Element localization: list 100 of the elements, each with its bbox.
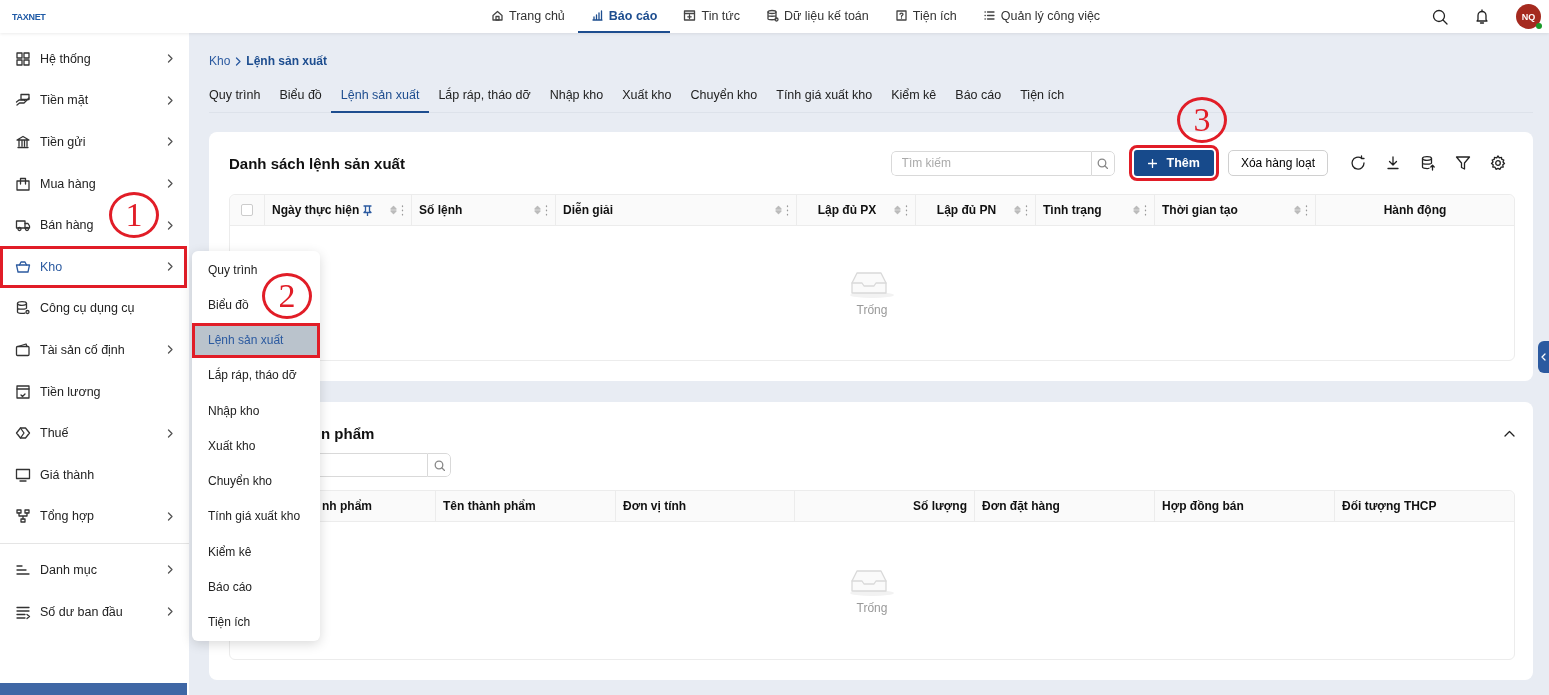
chevron-up-icon (1504, 430, 1515, 437)
list-icon (982, 9, 996, 22)
column-header: Tên thành phẩm (443, 499, 537, 513)
column-header: Tình trạng (1043, 203, 1103, 217)
tab[interactable]: Chuyển kho (681, 79, 767, 113)
column-header: Diễn giải (563, 203, 614, 217)
search-field[interactable]: Tìm kiếm (890, 150, 1091, 176)
chevron-left-icon (1541, 353, 1546, 361)
column-header: nh phẩm (322, 499, 373, 513)
database-icon (765, 9, 779, 22)
truck-icon (15, 217, 31, 234)
nav-tab[interactable]: Tin tức (670, 0, 753, 33)
tab[interactable]: Biểu đồ (269, 79, 332, 113)
column-header: Lập đủ PX (816, 203, 878, 217)
refresh-icon[interactable] (1349, 155, 1366, 171)
breadcrumb-link[interactable]: Kho (209, 54, 231, 68)
dots-icon (905, 204, 908, 216)
select-all-checkbox[interactable] (241, 204, 253, 216)
bar-chart-icon (590, 9, 604, 22)
download-icon[interactable] (1384, 155, 1401, 171)
calendar-plus-icon (683, 9, 697, 22)
nav-tab[interactable]: Báo cáo (577, 0, 671, 33)
hierarchy-icon (15, 508, 31, 525)
dots-icon (1144, 204, 1147, 216)
empty-state-text: Trống (856, 600, 888, 615)
user-avatar[interactable]: NQ (1516, 4, 1541, 29)
side-panel-toggle[interactable] (1538, 341, 1549, 373)
empty-inbox-icon (848, 269, 896, 299)
bag-icon (15, 175, 31, 192)
diamond-icon (15, 425, 31, 442)
sidebar-item[interactable]: Số dư ban đầu (0, 590, 187, 633)
sidebar-item[interactable]: Tổng hợp (0, 495, 187, 538)
nav-tab[interactable]: Trang chủ (478, 0, 578, 33)
submenu-item[interactable]: Báo cáo (192, 569, 320, 605)
search-button[interactable] (427, 453, 451, 477)
step-number-circle: 3 (1177, 97, 1227, 143)
sidebar-item[interactable]: Giá thành (0, 453, 187, 496)
column-header: Hành động (1382, 203, 1448, 217)
logo: TAXNET (12, 11, 46, 22)
submenu-item[interactable]: Tính giá xuất kho (192, 498, 320, 535)
empty-state-text: Trống (856, 303, 888, 317)
sidebar-item[interactable]: Kho (0, 245, 187, 288)
bank-icon (15, 134, 31, 150)
nav-tab[interactable]: Dữ liệu kế toán (752, 0, 882, 33)
settings-icon[interactable] (1489, 155, 1506, 171)
database-tool-icon (15, 300, 31, 317)
submenu-item[interactable]: Lắp ráp, tháo dỡ (192, 357, 320, 394)
column-header: Số lệnh (419, 203, 464, 217)
tab[interactable]: Tính giá xuất kho (766, 79, 882, 113)
dots-icon (545, 204, 548, 216)
column-header: Hợp đồng bán (1162, 499, 1245, 513)
dots-icon (786, 204, 789, 216)
wallet-icon (15, 341, 31, 358)
plus-icon (1147, 158, 1157, 168)
tab[interactable]: Quy trình (209, 79, 270, 113)
house-icon (491, 9, 504, 22)
nav-tab[interactable]: Tiện ích (881, 0, 970, 33)
sidebar-item[interactable]: Công cụ dụng cụ (0, 287, 187, 330)
column-header: Đơn đặt hàng (982, 499, 1061, 513)
column-header: Thời gian tạo (1162, 203, 1239, 217)
search-button[interactable] (1090, 150, 1115, 176)
column-header: Đối tượng THCP (1342, 499, 1438, 513)
sidebar-item[interactable]: Hệ thống (0, 38, 187, 80)
sidebar-item[interactable]: Tài sản cố định (0, 329, 187, 371)
submenu-item[interactable]: Xuất kho (192, 428, 320, 464)
nav-tab[interactable]: Quản lý công việc (969, 0, 1114, 33)
bulk-delete-button[interactable]: Xóa hàng loạt (1227, 150, 1328, 176)
tab[interactable]: Tiện ích (1010, 79, 1074, 113)
submenu-item[interactable]: Kiểm kê (192, 534, 320, 570)
tab[interactable]: Kiểm kê (881, 79, 946, 113)
panel-title: Danh sách lệnh sản xuất (229, 154, 405, 172)
column-header: Ngày thực hiện (272, 203, 360, 217)
column-header: Lập đủ PN (935, 203, 998, 217)
submenu-item[interactable]: Chuyển kho (192, 463, 320, 499)
basket-icon (15, 258, 31, 275)
sidebar-item[interactable]: Tiền mặt (0, 79, 187, 122)
tab[interactable]: Nhập kho (540, 79, 613, 113)
filter-icon[interactable] (1454, 155, 1471, 171)
sidebar-item[interactable]: Danh mục (0, 549, 187, 591)
search-icon (433, 459, 445, 471)
sidebar-item[interactable]: Tiền lương (0, 370, 187, 413)
sidebar-item[interactable]: Tiền gửi (0, 121, 187, 163)
tab[interactable]: Báo cáo (945, 79, 1011, 113)
bell-icon (1474, 8, 1490, 25)
sidebar-item[interactable]: Thuế (0, 412, 187, 454)
database-upload-icon[interactable] (1419, 155, 1436, 171)
tab[interactable]: Lệnh sản xuất (331, 79, 429, 113)
chevron-right-icon (235, 56, 242, 66)
tab[interactable]: Lắp ráp, tháo dỡ (428, 79, 541, 113)
step-number-circle: 1 (109, 192, 159, 238)
submenu-item[interactable]: Nhập kho (192, 393, 320, 429)
search-icon (1432, 8, 1448, 25)
tab[interactable]: Xuất kho (612, 79, 682, 113)
submenu-item[interactable]: Lệnh sản xuất (192, 322, 320, 358)
question-box-icon (894, 9, 908, 22)
monitor-icon (15, 466, 31, 483)
collapse-button[interactable] (1504, 430, 1515, 437)
column-header: Đơn vị tính (623, 499, 688, 513)
submenu-item[interactable]: Tiện ích (192, 604, 320, 640)
search-icon (1097, 157, 1109, 169)
